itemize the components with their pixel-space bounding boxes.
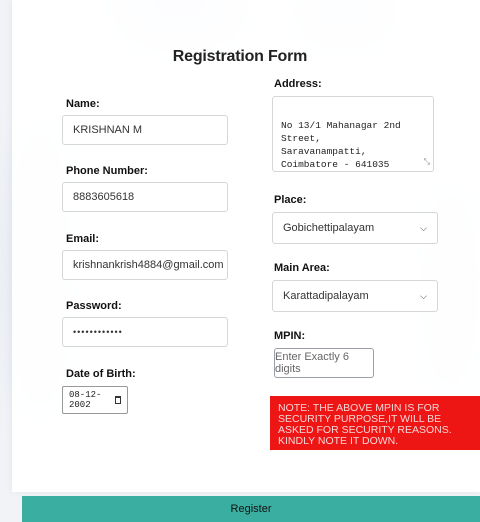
mpin-label: MPIN: bbox=[274, 330, 306, 342]
dob-value: 08-12-2002 bbox=[69, 390, 102, 410]
main-area-select[interactable]: Karattadipalayam ⌵ bbox=[272, 280, 438, 312]
form-title: Registration Form bbox=[172, 48, 308, 65]
phone-input[interactable]: 8883605618 bbox=[62, 182, 228, 212]
place-select[interactable]: Gobichettipalayam ⌵ bbox=[272, 212, 438, 244]
mpin-input[interactable]: Enter Exactly 6 digits bbox=[274, 348, 374, 378]
email-label: Email: bbox=[66, 233, 100, 245]
calendar-icon[interactable] bbox=[114, 396, 121, 404]
resize-handle-icon[interactable]: ⤡ bbox=[424, 156, 430, 169]
mpin-security-note: NOTE: THE ABOVE MPIN IS FOR SECURITY PUR… bbox=[270, 396, 480, 450]
place-label: Place: bbox=[274, 194, 307, 206]
dob-input[interactable]: 08-12-2002 bbox=[62, 386, 128, 414]
dob-label: Date of Birth: bbox=[66, 368, 136, 380]
name-input[interactable]: KRISHNAN M bbox=[62, 115, 228, 145]
password-label: Password: bbox=[66, 300, 122, 312]
main-area-selected-value: Karattadipalayam bbox=[283, 290, 369, 302]
chevron-down-icon: ⌵ bbox=[420, 222, 427, 233]
main-area-label: Main Area: bbox=[274, 262, 330, 274]
chevron-down-icon: ⌵ bbox=[420, 290, 427, 301]
place-selected-value: Gobichettipalayam bbox=[283, 222, 375, 234]
name-label: Name: bbox=[66, 98, 100, 110]
address-textarea[interactable]: No 13/1 Mahanagar 2nd Street, Saravanamp… bbox=[272, 96, 434, 172]
register-button[interactable]: Register bbox=[22, 496, 480, 522]
password-input[interactable]: •••••••••••• bbox=[62, 317, 228, 347]
phone-label: Phone Number: bbox=[66, 165, 148, 177]
address-value: No 13/1 Mahanagar 2nd Street, Saravanamp… bbox=[281, 120, 401, 170]
email-input[interactable]: krishnankrish4884@gmail.com bbox=[62, 250, 228, 280]
address-label: Address: bbox=[274, 78, 322, 90]
